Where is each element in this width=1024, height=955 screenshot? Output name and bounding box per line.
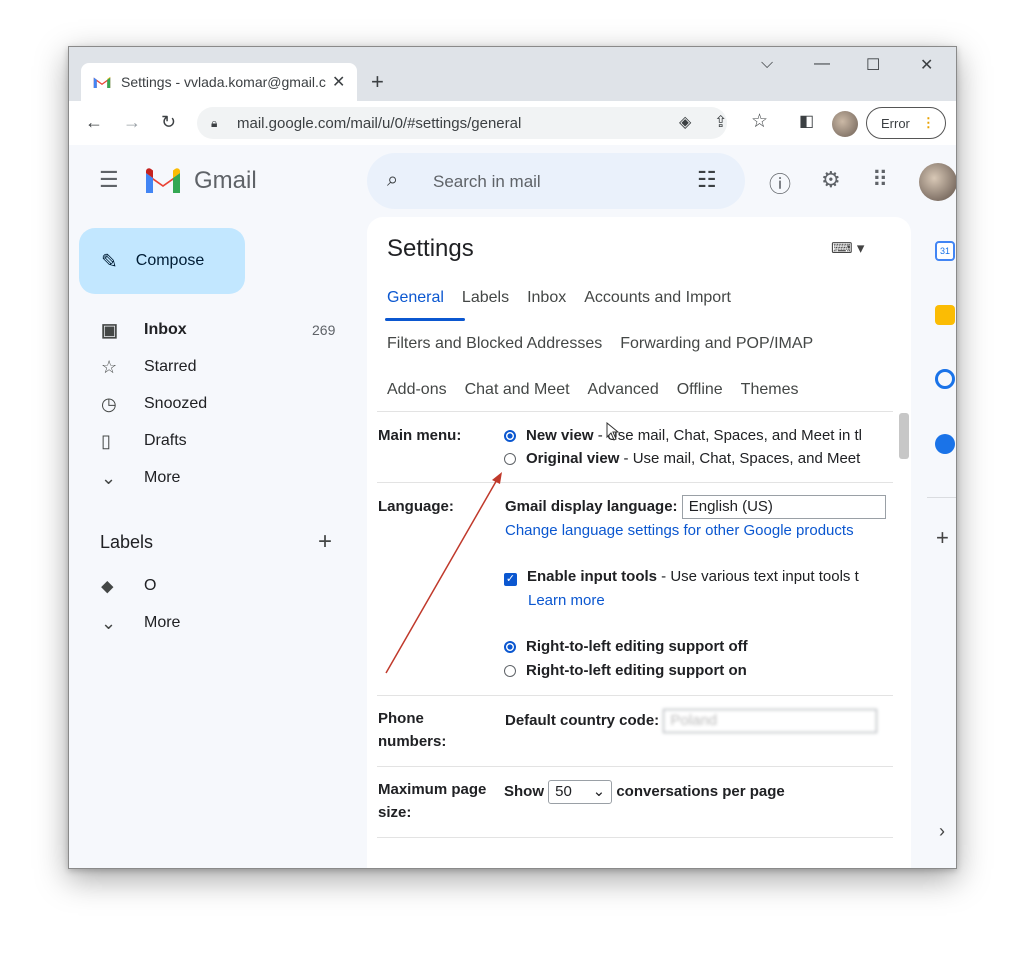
annotation-arrow bbox=[385, 472, 502, 674]
mouse-cursor-icon bbox=[606, 422, 620, 441]
